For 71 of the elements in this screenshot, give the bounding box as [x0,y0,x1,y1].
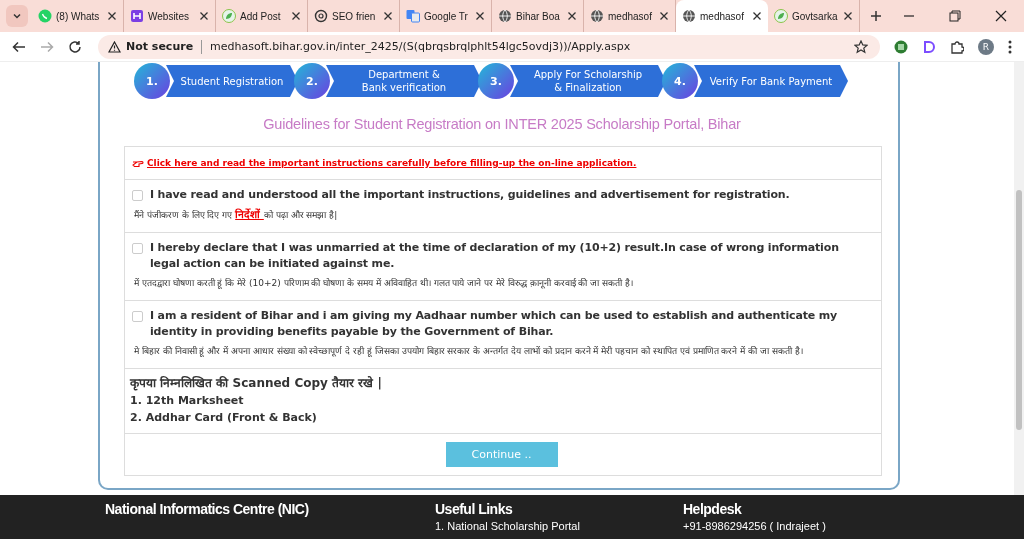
close-icon[interactable] [199,11,209,21]
close-icon[interactable] [752,11,762,21]
checkbox[interactable] [132,311,143,322]
new-tab-icon[interactable] [870,10,882,22]
footer-link[interactable]: 1. National Scholarship Portal [435,520,683,532]
close-icon[interactable] [475,11,485,21]
puzzle-icon[interactable] [950,39,964,54]
checkbox[interactable] [132,243,143,254]
chat-icon [38,9,52,23]
footer-heading: National Informatics Centre (NIC) [105,501,310,517]
step-number: 1. [134,63,170,99]
close-icon[interactable] [107,11,117,21]
restore-icon[interactable] [949,10,961,22]
tab-title: (8) Whats [56,10,101,22]
leaf-icon [774,9,788,23]
footer-heading: Useful Links [435,501,514,517]
step-number: 3. [478,63,514,99]
declaration-text: I hereby declare that I was unmarried at the time of declaration of my (10+2) result.In case of wrong information legal action can be initiated against me. [150,240,840,272]
flower-icon [314,9,328,23]
extension-icon[interactable] [922,39,936,54]
caret-icon [12,11,22,21]
page-heading: Guidelines for Student Registration on INTER 2025 Scholarship Portal, Bihar [262,116,742,132]
document-item: 1. 12th Marksheet [130,393,245,409]
instructions-link[interactable]: Click here and read the important instructions carefully before filling-up the on-line application. [147,158,637,168]
grid-icon [130,9,144,23]
documents-heading: कृपया निम्नलिखित की Scanned Copy तैयार रखे | [130,375,383,392]
globe-icon [498,9,512,23]
tab-title: Add Post [240,10,282,22]
url-text: medhasoft.bihar.gov.in/inter_2425/(S(qbrqsbrqlphlt54lgc5ovdj3))/Apply.aspx [210,40,631,53]
guidelines-link[interactable]: निर्देशों [235,208,264,220]
tab-title: medhasof [700,10,745,22]
close-icon[interactable] [995,10,1007,22]
warning-icon [108,40,121,53]
globe-icon [590,9,604,23]
checkbox[interactable] [132,190,143,201]
tab-title: Websites [148,10,190,22]
profile-avatar[interactable]: R [978,38,994,55]
step-label: Verify For Bank Payment [694,65,848,97]
address-bar[interactable]: Not secure medhasoft.bihar.gov.in/inter_2425/(S(qbrqsbrqlphlt54lgc5ovdj3))/Apply.aspx [98,34,880,59]
hindi-declaration: मे बिहार की निवासी हूं और में अपना आधार संख्या को स्वेच्छापूर्ण दे रही हूं जिसका उपयोग बिहार सरकार के अन्तर्गत देय लाभों को प्रदान करने में मेरी पहचान को स्थापित एवं प्रमाणित करने में की जा सकती है। [134,345,804,358]
reload-icon[interactable] [68,39,82,54]
leaf-icon [222,9,236,23]
tab-title: SEO frien [332,10,377,22]
back-icon[interactable] [12,39,26,54]
footer-heading: Helpdesk [683,501,743,517]
footer-link[interactable]: +91-8986294256 ( Indrajeet ) [683,520,826,532]
hindi-declaration: में एतदद्वारा घोषणा करती हूं कि मेरे (10+2) परिणाम की घोषणा के समय में अविवाहित थी। गलत पाये जाने पर मेरे विरुद्ध क़ानूनी करवाई की जा सकती है। [134,277,634,290]
tab-search-button[interactable] [6,5,28,27]
security-label: Not secure [126,40,194,53]
declaration-text: I am a resident of Bihar and i am giving my Aadhaar number which can be used to establish and authenticate my identity in providing benefits payable by the Government of Bihar. [150,308,839,340]
globe-icon [682,9,696,23]
browser-tab[interactable]: medhasof [676,0,768,32]
tab-title: medhasof [608,10,653,22]
scrollbar[interactable] [1014,62,1024,495]
hindi-declaration: मैंने पंजीकरण के लिए दिए गए निर्देशों को पढ़ा और समझा है| [134,207,339,222]
tab-title: Govtsarka [792,10,839,22]
extension-icon[interactable] [894,39,908,54]
close-icon[interactable] [567,11,577,21]
tab-title: Bihar Boa [516,10,561,22]
close-icon[interactable] [383,11,393,21]
close-icon[interactable] [291,11,301,21]
menu-icon[interactable] [1008,39,1012,54]
step-number: 2. [294,63,330,99]
star-icon[interactable] [854,39,868,54]
tab-title: Google Tr [424,10,469,22]
close-icon[interactable] [843,11,853,21]
close-icon[interactable] [659,11,669,21]
step-number: 4. [662,63,698,99]
declaration-text: I have read and understood all the important instructions, guidelines and advertisement for registration. [150,187,790,203]
document-item: 2. Addhar Card (Front & Back) [130,410,318,426]
translate-icon [406,9,420,23]
